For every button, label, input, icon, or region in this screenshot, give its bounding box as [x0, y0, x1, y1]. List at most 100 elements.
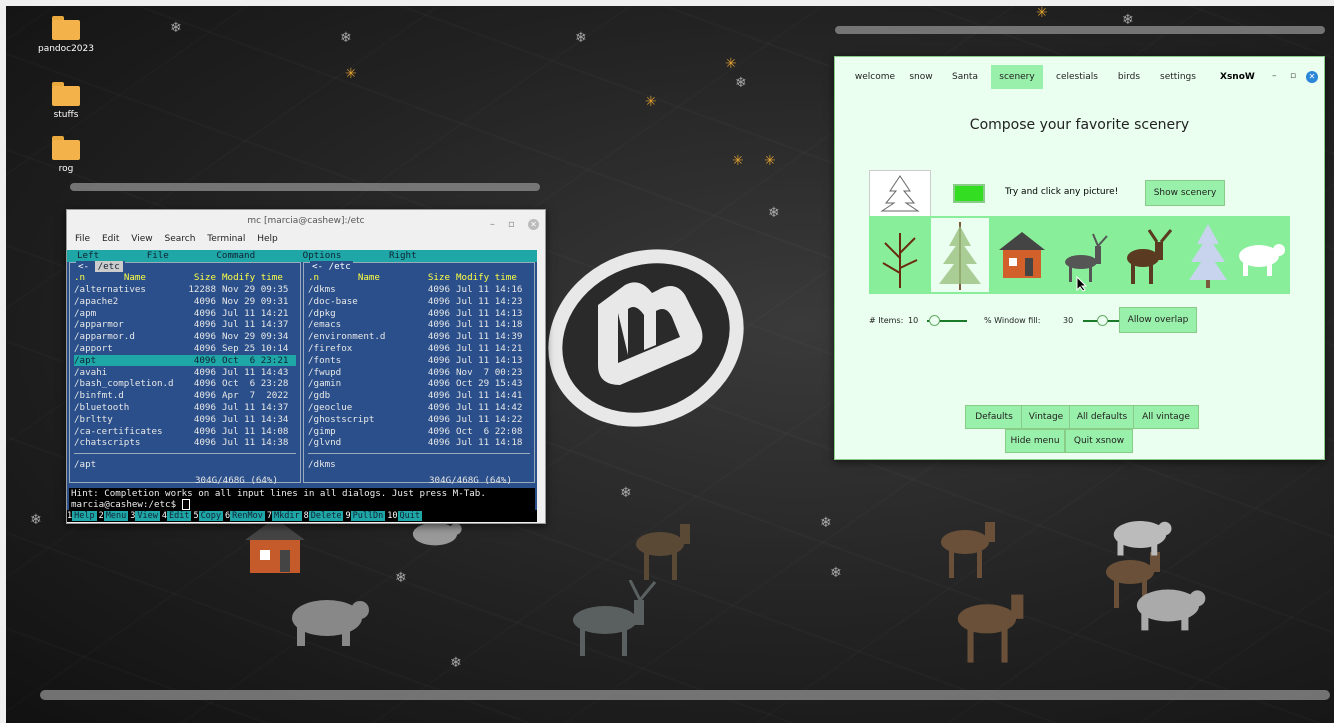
file-row[interactable]: /brltty 4096 Jul 11 14:34	[74, 414, 296, 425]
desktop-icon-rog[interactable]: rog	[26, 136, 106, 174]
file-row[interactable]: /chatscripts 4096 Jul 11 14:38	[74, 437, 296, 448]
tab-celestials[interactable]: celestials	[1047, 65, 1107, 89]
terminal-title-bar[interactable]: mc [marcia@cashew]:/etc – ▫ ✕	[67, 210, 545, 232]
file-row[interactable]: /apport 4096 Sep 25 10:14	[74, 343, 296, 354]
maximize-icon[interactable]: ▫	[1290, 71, 1296, 81]
snowy-tree-icon[interactable]	[1179, 218, 1237, 292]
fkey-1[interactable]: 1 Help	[67, 511, 97, 521]
file-row[interactable]: /dpkg 4096 Jul 11 14:13	[308, 308, 530, 319]
file-row[interactable]: /fonts 4096 Jul 11 14:13	[308, 355, 530, 366]
vintage-button[interactable]: Vintage	[1021, 405, 1071, 429]
all-defaults-button[interactable]: All defaults	[1069, 405, 1135, 429]
instruction-text: Try and click any picture!	[1005, 187, 1119, 197]
menu-view[interactable]: View	[131, 234, 152, 244]
desktop-icon-pandoc2023[interactable]: pandoc2023	[26, 16, 106, 54]
fkey-7[interactable]: 7 Mkdir	[267, 511, 302, 521]
file-size: 4096	[193, 413, 216, 425]
file-row[interactable]: /apparmor 4096 Jul 11 14:37	[74, 319, 296, 330]
file-row[interactable]: /emacs 4096 Jul 11 14:18	[308, 319, 530, 330]
mc-menu-options[interactable]: Options	[303, 250, 342, 261]
pine-tree-icon[interactable]	[931, 218, 989, 292]
file-row[interactable]: /environment.d 4096 Jul 11 14:39	[308, 331, 530, 342]
slider-handle[interactable]	[929, 315, 940, 326]
mc-menu-right[interactable]: Right	[389, 250, 417, 261]
file-row[interactable]: /doc-base 4096 Jul 11 14:23	[308, 296, 530, 307]
bare-tree-icon[interactable]	[871, 218, 929, 292]
file-row[interactable]: /ghostscript 4096 Jul 11 14:22	[308, 414, 530, 425]
command-area[interactable]: Hint: Completion works on all input line…	[69, 488, 535, 510]
desktop-icon-stuffs[interactable]: stuffs	[26, 82, 106, 120]
allow-overlap-button[interactable]: Allow overlap	[1119, 307, 1197, 333]
file-row[interactable]: /glvnd 4096 Jul 11 14:18	[308, 437, 530, 448]
file-row[interactable]: /ca-certificates 4096 Jul 11 14:08	[74, 426, 296, 437]
file-row[interactable]: /gdb 4096 Jul 11 14:41	[308, 390, 530, 401]
fkey-3[interactable]: 3 View	[130, 511, 160, 521]
file-row[interactable]: /gimp 4096 Oct 6 22:08	[308, 426, 530, 437]
file-row[interactable]: /apt 4096 Oct 6 23:21	[74, 354, 296, 366]
file-row[interactable]: /apm 4096 Jul 11 14:21	[74, 308, 296, 319]
file-row[interactable]: /bluetooth 4096 Jul 11 14:37	[74, 402, 296, 413]
file-row[interactable]: /avahi 4096 Jul 11 14:43	[74, 367, 296, 378]
maximize-icon[interactable]: ▫	[508, 219, 515, 230]
fkey-4[interactable]: 4 Edit	[162, 511, 192, 521]
tab-scenery[interactable]: scenery	[991, 65, 1043, 89]
file-row[interactable]: /alternatives 12288 Nov 29 09:35	[74, 284, 296, 295]
fkey-8[interactable]: 8 Delete	[304, 511, 344, 521]
menu-help[interactable]: Help	[257, 234, 278, 244]
tab-snow[interactable]: snow	[907, 65, 935, 89]
fkey-label: Copy	[198, 511, 224, 521]
file-row[interactable]: /apache2 4096 Nov 29 09:31	[74, 296, 296, 307]
pine-tree-icon[interactable]	[869, 170, 931, 217]
house-icon[interactable]	[993, 218, 1051, 292]
fkey-2[interactable]: 2 Menu	[99, 511, 129, 521]
mc-menubar: Left File Command Options Right	[67, 250, 537, 262]
file-row[interactable]: /gamin 4096 Oct 29 15:43	[308, 378, 530, 389]
panel-header: .n Name Size Modify time	[74, 272, 283, 283]
fkey-6[interactable]: 6 RenMov	[225, 511, 265, 521]
menu-file[interactable]: File	[75, 234, 90, 244]
terminal-window[interactable]: mc [marcia@cashew]:/etc – ▫ ✕ File Edit …	[66, 209, 546, 524]
minimize-icon[interactable]: –	[490, 219, 495, 230]
xsnow-window[interactable]: welcome snow Santa scenery celestials bi…	[834, 56, 1325, 460]
mc-menu-command[interactable]: Command	[216, 250, 255, 261]
color-swatch[interactable]	[953, 184, 985, 203]
minimize-icon[interactable]: –	[1272, 71, 1277, 81]
menu-search[interactable]: Search	[164, 234, 195, 244]
file-row[interactable]: /fwupd 4096 Nov 7 00:23	[308, 367, 530, 378]
all-vintage-button[interactable]: All vintage	[1133, 405, 1199, 429]
file-row[interactable]: /geoclue 4096 Jul 11 14:42	[308, 402, 530, 413]
mc-menu-left[interactable]: Left	[77, 250, 99, 261]
close-icon[interactable]: ✕	[528, 219, 539, 230]
tab-santa[interactable]: Santa	[945, 65, 985, 89]
shell-prompt[interactable]: marcia@cashew:/etc$	[69, 499, 535, 510]
show-scenery-button[interactable]: Show scenery	[1145, 180, 1225, 206]
file-row[interactable]: /bash_completion.d 4096 Oct 6 23:28	[74, 378, 296, 389]
file-row[interactable]: /firefox 4096 Jul 11 14:21	[308, 343, 530, 354]
moose-icon[interactable]	[1117, 218, 1175, 292]
quit-xsnow-button[interactable]: Quit xsnow	[1065, 429, 1133, 453]
tab-settings[interactable]: settings	[1153, 65, 1203, 89]
tab-birds[interactable]: birds	[1111, 65, 1147, 89]
fkey-5[interactable]: 5 Copy	[193, 511, 224, 521]
snowflake-icon: ❄	[575, 30, 587, 46]
midnight-commander[interactable]: Left File Command Options Right <- /etc …	[67, 250, 537, 522]
mc-menu-file[interactable]: File	[147, 250, 169, 261]
fkey-10[interactable]: 10 Quit	[387, 511, 423, 521]
file-row[interactable]: /apparmor.d 4096 Nov 29 09:34	[74, 331, 296, 342]
linux-mint-logo-icon	[548, 249, 744, 427]
left-panel[interactable]: <- /etc .n Name Size Modify time /altern…	[69, 261, 301, 486]
slider-handle[interactable]	[1097, 315, 1108, 326]
menu-terminal[interactable]: Terminal	[207, 234, 245, 244]
file-size: 4096	[193, 307, 216, 319]
polar-bear-icon[interactable]	[1231, 218, 1289, 292]
hide-menu-button[interactable]: Hide menu	[1005, 429, 1065, 453]
file-row[interactable]: /dkms 4096 Jul 11 14:16	[308, 284, 530, 295]
menu-edit[interactable]: Edit	[102, 234, 119, 244]
xsnow-header: welcome snow Santa scenery celestials bi…	[835, 57, 1324, 95]
file-row[interactable]: /binfmt.d 4096 Apr 7 2022	[74, 390, 296, 401]
defaults-button[interactable]: Defaults	[965, 405, 1023, 429]
close-icon[interactable]: ✕	[1306, 71, 1318, 83]
fkey-9[interactable]: 9 PullDn	[345, 511, 386, 521]
tab-welcome[interactable]: welcome	[845, 65, 905, 89]
right-panel[interactable]: <- /etc .n Name Size Modify time /dkms 40…	[303, 261, 535, 486]
